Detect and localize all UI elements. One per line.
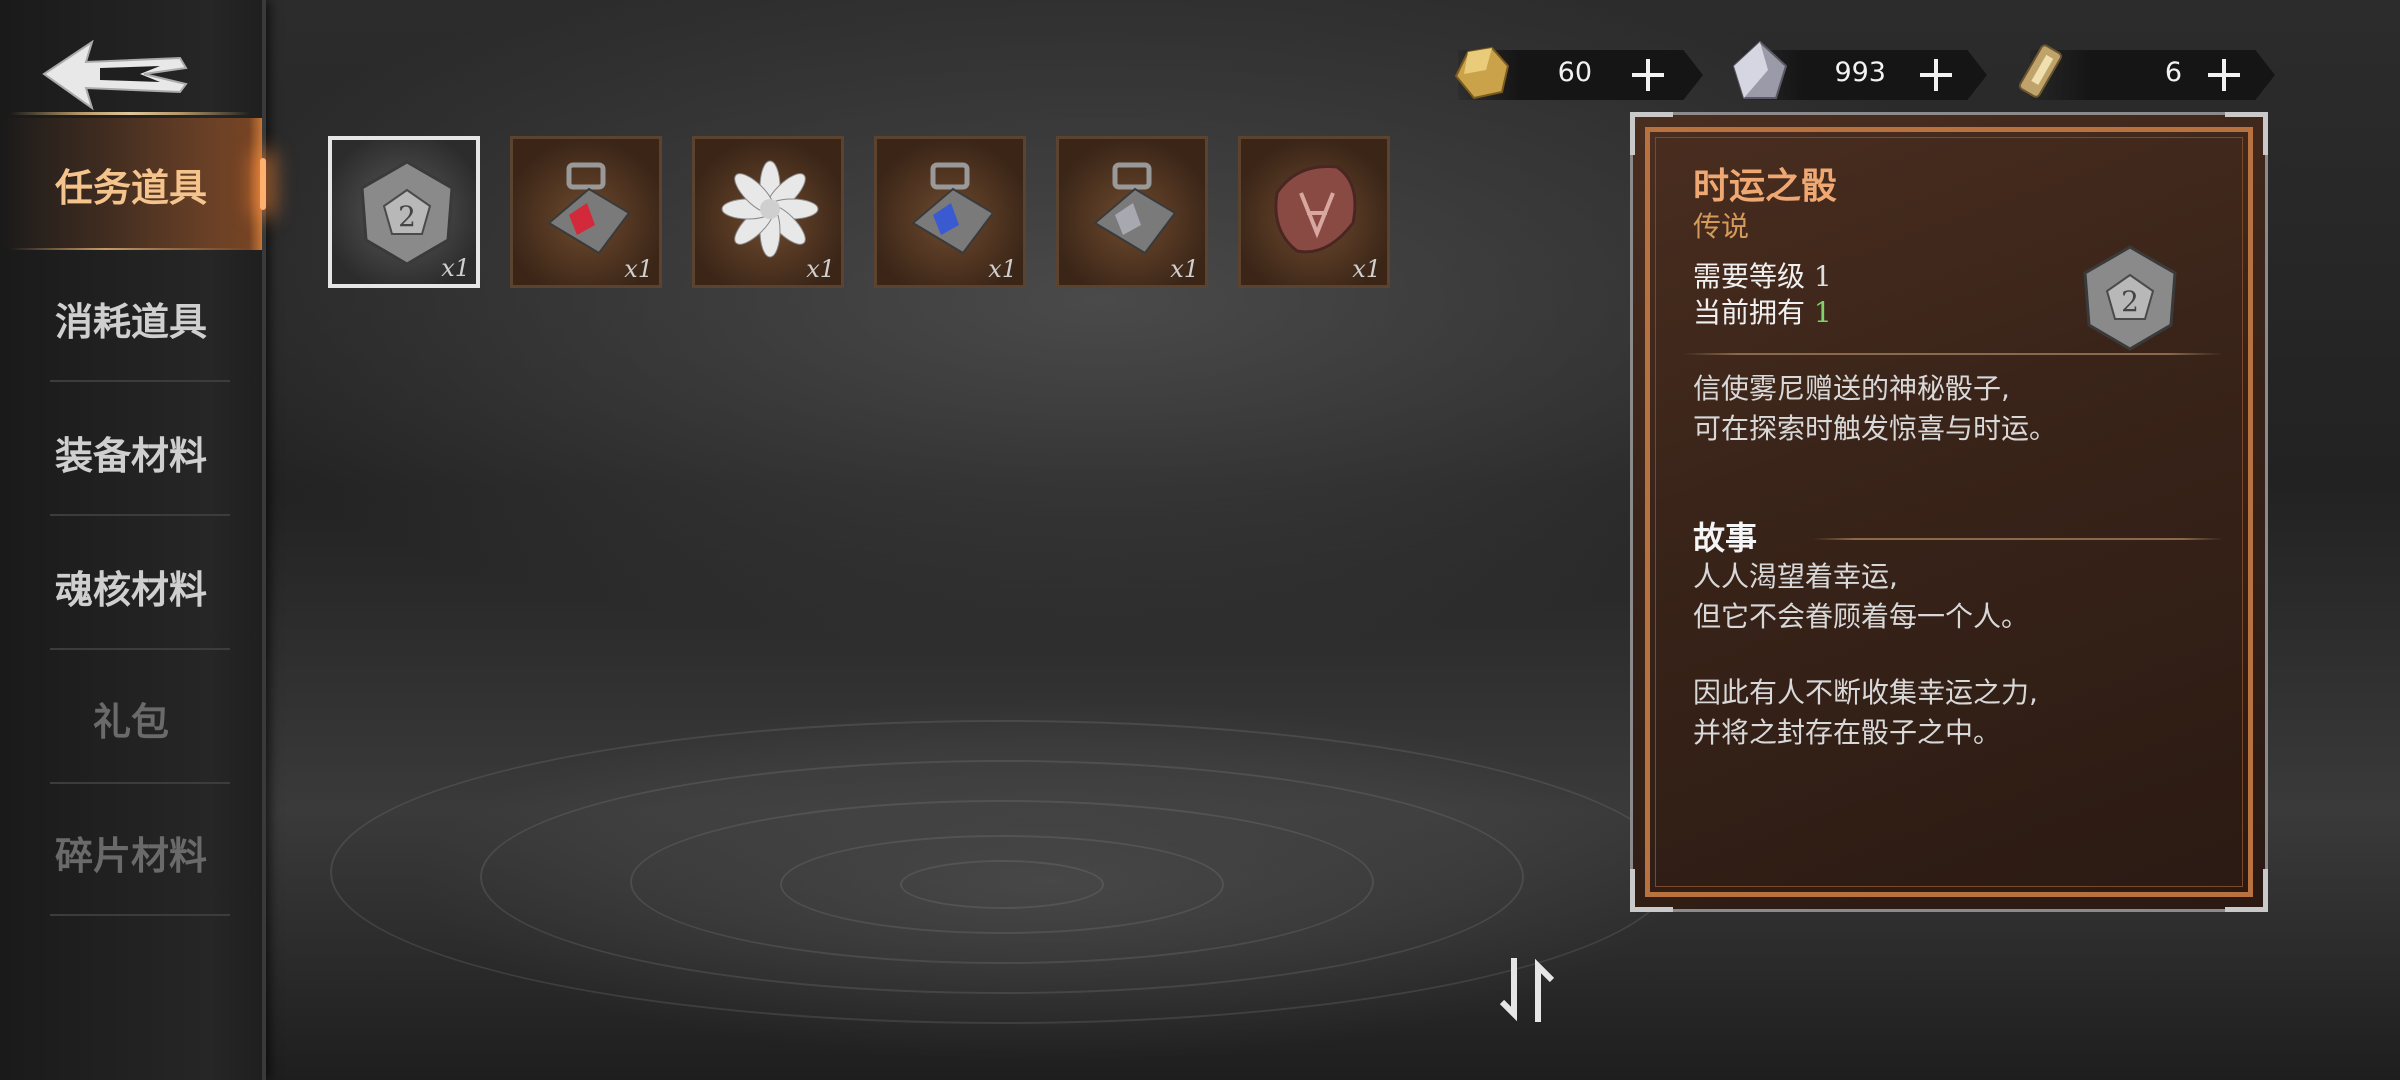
tab-soul-core-materials[interactable]: 魂核材料 — [0, 520, 262, 652]
svg-text:2: 2 — [2121, 285, 2139, 318]
inventory-slot[interactable]: x1 — [874, 136, 1026, 288]
story-line — [1693, 637, 2038, 673]
required-level-value: 1 — [1813, 260, 1832, 293]
rune-stone-icon — [1274, 165, 1357, 254]
crystal-icon — [1732, 40, 1788, 99]
tab-fragment-materials[interactable]: 碎片材料 — [0, 786, 262, 918]
panel-corner — [2225, 869, 2268, 912]
nav-divider — [50, 514, 230, 516]
item-quantity: x1 — [1352, 255, 1381, 283]
nav-divider — [50, 648, 230, 650]
grey-gem-amulet-icon — [1093, 162, 1177, 255]
nav-divider — [50, 380, 230, 382]
story-title: 故事 — [1693, 519, 1758, 557]
owned-count-value: 1 — [1813, 296, 1832, 329]
item-story: 人人渴望着幸运, 但它不会眷顾着每一个人。 因此有人不断收集幸运之力, 并将之封… — [1693, 557, 2038, 753]
owned-count: 当前拥有 1 — [1693, 291, 1832, 331]
ornament-divider — [1683, 353, 2223, 355]
story-line: 因此有人不断收集幸运之力, — [1693, 676, 2038, 709]
sort-arrows-icon[interactable] — [1490, 950, 1570, 1030]
blue-gem-amulet-icon — [911, 162, 995, 255]
panel-corner — [1630, 112, 1673, 155]
story-line: 人人渴望着幸运, — [1693, 560, 1898, 593]
svg-text:2: 2 — [398, 200, 416, 233]
back-arrow-icon — [42, 39, 188, 111]
inventory-slot[interactable]: x1 — [1056, 136, 1208, 288]
item-quantity: x1 — [1170, 255, 1199, 283]
item-detail-panel: 时运之骰 传说 需要等级 1 当前拥有 1 2 信使雾尼赠送的神秘骰子, 可在探… — [1630, 112, 2268, 912]
tab-quest-items[interactable]: 任务道具 — [0, 118, 266, 250]
currency-gold-value: 60 — [1557, 57, 1592, 88]
story-divider — [1813, 538, 2223, 540]
white-flower-icon — [721, 160, 819, 258]
tab-equipment-materials[interactable]: 装备材料 — [0, 386, 262, 518]
currency-crystal-value: 993 — [1834, 57, 1886, 88]
ticket-icon — [2018, 44, 2062, 98]
owned-count-label: 当前拥有 — [1693, 296, 1806, 329]
back-button[interactable] — [40, 34, 190, 114]
red-gem-amulet-icon — [547, 162, 631, 255]
panel-corner — [2225, 112, 2268, 155]
tab-consumables[interactable]: 消耗道具 — [0, 252, 262, 384]
sidebar-top-divider — [10, 112, 250, 115]
inventory-slot[interactable]: x1 — [1238, 136, 1390, 288]
add-crystal-button[interactable] — [1918, 57, 1954, 93]
story-line: 但它不会眷顾着每一个人。 — [1693, 600, 2030, 633]
story-line: 并将之封存在骰子之中。 — [1693, 716, 2002, 749]
item-quantity: x1 — [806, 255, 835, 283]
d12-dice-icon: 2 — [2083, 245, 2177, 351]
item-rarity: 传说 — [1693, 210, 1750, 243]
inventory-slot[interactable]: x1 — [692, 136, 844, 288]
category-sidebar: 任务道具 消耗道具 装备材料 魂核材料 礼包 碎片材料 — [0, 0, 266, 1080]
item-quantity: x1 — [988, 255, 1017, 283]
nav-divider — [50, 914, 230, 916]
description-line: 可在探索时触发惊喜与时运。 — [1693, 412, 2058, 445]
add-gold-button[interactable] — [1630, 57, 1666, 93]
panel-corner — [1630, 869, 1673, 912]
gold-ore-icon — [1454, 46, 1510, 100]
nav-divider — [50, 782, 230, 784]
description-line: 信使雾尼赠送的神秘骰子, — [1693, 372, 2010, 405]
inventory-slot[interactable]: 2 x1 — [328, 136, 480, 288]
item-description: 信使雾尼赠送的神秘骰子, 可在探索时触发惊喜与时运。 — [1693, 369, 2057, 449]
required-level: 需要等级 1 — [1693, 255, 1832, 295]
item-quantity: x1 — [441, 254, 470, 282]
item-quantity: x1 — [624, 255, 653, 283]
inventory-slot[interactable]: x1 — [510, 136, 662, 288]
add-ticket-button[interactable] — [2206, 57, 2242, 93]
item-name: 时运之骰 — [1693, 165, 1838, 207]
required-level-label: 需要等级 — [1693, 260, 1806, 293]
active-tab-underline — [10, 248, 250, 250]
currency-ticket-value: 6 — [2164, 57, 2182, 88]
tab-gift-packs[interactable]: 礼包 — [0, 652, 262, 784]
